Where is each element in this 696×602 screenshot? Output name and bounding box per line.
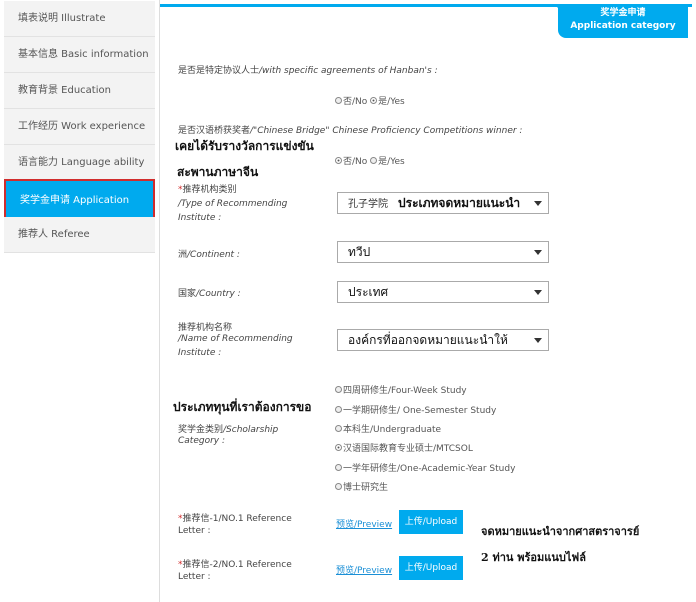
country-select[interactable]: ประเทศ [337,281,549,303]
scholarship-option-label: 汉语国际教育专业硕士/MTCSOL [343,444,473,454]
scholarship-label-en2: Category : [178,436,225,446]
section-tag-en: Application category [570,21,676,31]
ref2-label-en1: /NO.1 Reference [218,560,292,570]
scholarship-option[interactable]: 一学年研修生/One-Academic-Year Study [335,461,515,474]
scholarship-annotation: ประเภททุนที่เราต้องการขอ [173,400,312,414]
chevron-down-icon [534,338,542,343]
bridge-label-cn: 是否汉语桥获奖者 [178,126,251,136]
ref-annotation-1: จดหมายแนะนำจากศาสตราจารย์ [481,525,640,538]
hanban-radio-no-label: 否/No [343,97,368,107]
scholarship-option[interactable]: 汉语国际教育专业硕士/MTCSOL [335,441,473,454]
section-tag: 奖学金申请 Application category [554,4,688,38]
recommending-type-label: *推荐机构类别 [178,185,237,195]
scholarship-option-label: 博士研究生 [343,483,389,493]
recommending-type-label-en1: /Type of Recommending [178,199,287,209]
radio-one-academic-year[interactable] [335,464,342,471]
bridge-label-en: /"Chinese Bridge" Chinese Proficiency Co… [250,126,523,136]
sidebar-item-illustrate[interactable]: 填表说明 Illustrate [4,1,155,37]
continent-value: ทวีป [348,245,371,259]
scholarship-option[interactable]: 一学期研修生/ One-Semester Study [335,403,496,416]
hanban-label-en: /with specific agreements of Hanban's : [259,66,438,76]
sidebar-item-education[interactable]: 教育背景 Education [4,73,155,109]
institute-name-label-cn: 推荐机构名称 [178,323,233,333]
chevron-down-icon [534,201,542,206]
hanban-label-cn: 是否是特定协议人士 [178,66,260,76]
bridge-radio-yes[interactable] [370,157,378,164]
chevron-down-icon [534,290,542,295]
sidebar-item-application[interactable]: 奖学金申请 Application [4,179,155,219]
recommending-type-label-en2: Institute : [178,213,221,223]
ref1-label-cn: 推荐信-1 [182,514,219,524]
bridge-radio-group: 否/No 是/Yes [335,154,405,167]
continent-label: 洲/Continent : [178,247,240,260]
radio-doctoral[interactable] [335,483,342,490]
section-tag-cn: 奖学金申请 [600,8,646,18]
ref1-label-en2: Letter : [178,526,211,536]
ref2-label-cn: 推荐信-2 [182,560,219,570]
continent-label-cn: 洲 [178,250,188,260]
scholarship-label-cn: 奖学金类别 [178,425,224,435]
institute-name-label-en1-text: /Name of Recommending [178,334,293,344]
country-label: 国家/Country : [178,286,241,299]
ref1-label: *推荐信-1/NO.1 Reference [178,514,292,524]
sidebar: 填表说明 Illustrate 基本信息 Basic information 教… [0,0,157,602]
institute-name-label-en1: /Name of Recommending [178,334,293,344]
radio-one-semester[interactable] [335,406,342,413]
ref-annotation-2: 2 ท่าน พร้อมแนบไฟล์ [481,551,586,564]
ref1-upload-button[interactable]: 上传/Upload [399,510,463,534]
sidebar-item-referee[interactable]: 推荐人 Referee [4,217,155,253]
scholarship-label-en1: /Scholarship [223,425,279,435]
scholarship-option[interactable]: 博士研究生 [335,480,388,493]
hanban-label: 是否是特定协议人士/with specific agreements of Ha… [178,63,438,76]
recommending-type-select[interactable]: 孔子学院 ประเภทจดหมายแนะนำ [337,192,549,214]
radio-four-week[interactable] [335,386,342,393]
country-label-cn: 国家 [178,289,197,299]
institute-name-label-en2: Institute : [178,348,221,358]
ref2-preview-link[interactable]: 预览/Preview [336,563,392,576]
hanban-radio-group: 否/No 是/Yes [335,94,405,107]
country-value: ประเทศ [348,285,389,299]
bridge-radio-yes-label: 是/Yes [378,157,405,167]
bridge-annotation-2: สะพานภาษาจีน [177,165,259,179]
ref1-label-en1: /NO.1 Reference [218,514,292,524]
bridge-radio-no[interactable] [335,157,342,164]
scholarship-label: 奖学金类别/Scholarship [178,422,278,435]
scholarship-option-label: 本科生/Undergraduate [343,425,442,435]
recommending-type-annotation: ประเภทจดหมายแนะนำ [398,196,521,210]
scholarship-option[interactable]: 本科生/Undergraduate [335,422,441,435]
radio-undergraduate[interactable] [335,425,342,432]
continent-label-en: /Continent : [187,250,240,260]
bridge-radio-no-label: 否/No [343,157,368,167]
scholarship-option-label: 一学年研修生/One-Academic-Year Study [343,464,516,474]
ref1-preview-link[interactable]: 预览/Preview [336,517,392,530]
ref2-label-en2: Letter : [178,572,211,582]
recommending-type-label-en2-text: Institute : [178,213,222,223]
institute-name-label-en2-text: Institute : [178,348,222,358]
continent-select[interactable]: ทวีป [337,241,549,263]
scholarship-label-en2-text: Category : [178,436,226,446]
scholarship-option-label: 一学期研修生/ One-Semester Study [343,406,497,416]
hanban-radio-yes-label: 是/Yes [378,97,405,107]
sidebar-item-basic-information[interactable]: 基本信息 Basic information [4,37,155,73]
hanban-radio-yes[interactable] [370,97,378,104]
recommending-type-label-cn: 推荐机构类别 [182,185,237,195]
country-label-en: /Country : [196,289,241,299]
bridge-label: 是否汉语桥获奖者/"Chinese Bridge" Chinese Profic… [178,123,522,136]
scholarship-option-label: 四周研修生/Four-Week Study [343,386,467,396]
bridge-annotation-1: เคยได้รับรางวัลการแข่งขัน [175,139,314,153]
institute-name-label: 推荐机构名称 [178,320,232,333]
institute-name-value: องค์กรที่ออกจดหมายแนะนำให้ [348,333,508,347]
recommending-type-value: 孔子学院 [348,199,388,210]
sidebar-item-work-experience[interactable]: 工作经历 Work experience [4,109,155,145]
ref2-upload-button[interactable]: 上传/Upload [399,556,463,580]
scholarship-option[interactable]: 四周研修生/Four-Week Study [335,383,467,396]
institute-name-select[interactable]: องค์กรที่ออกจดหมายแนะนำให้ [337,329,549,351]
hanban-radio-no[interactable] [335,97,342,104]
radio-mtcsol[interactable] [335,444,342,451]
ref2-label: *推荐信-2/NO.1 Reference [178,560,292,570]
chevron-down-icon [534,250,542,255]
sidebar-item-language-ability[interactable]: 语言能力 Language ability [4,145,155,181]
recommending-type-label-en1-text: /Type of Recommending [178,199,288,209]
